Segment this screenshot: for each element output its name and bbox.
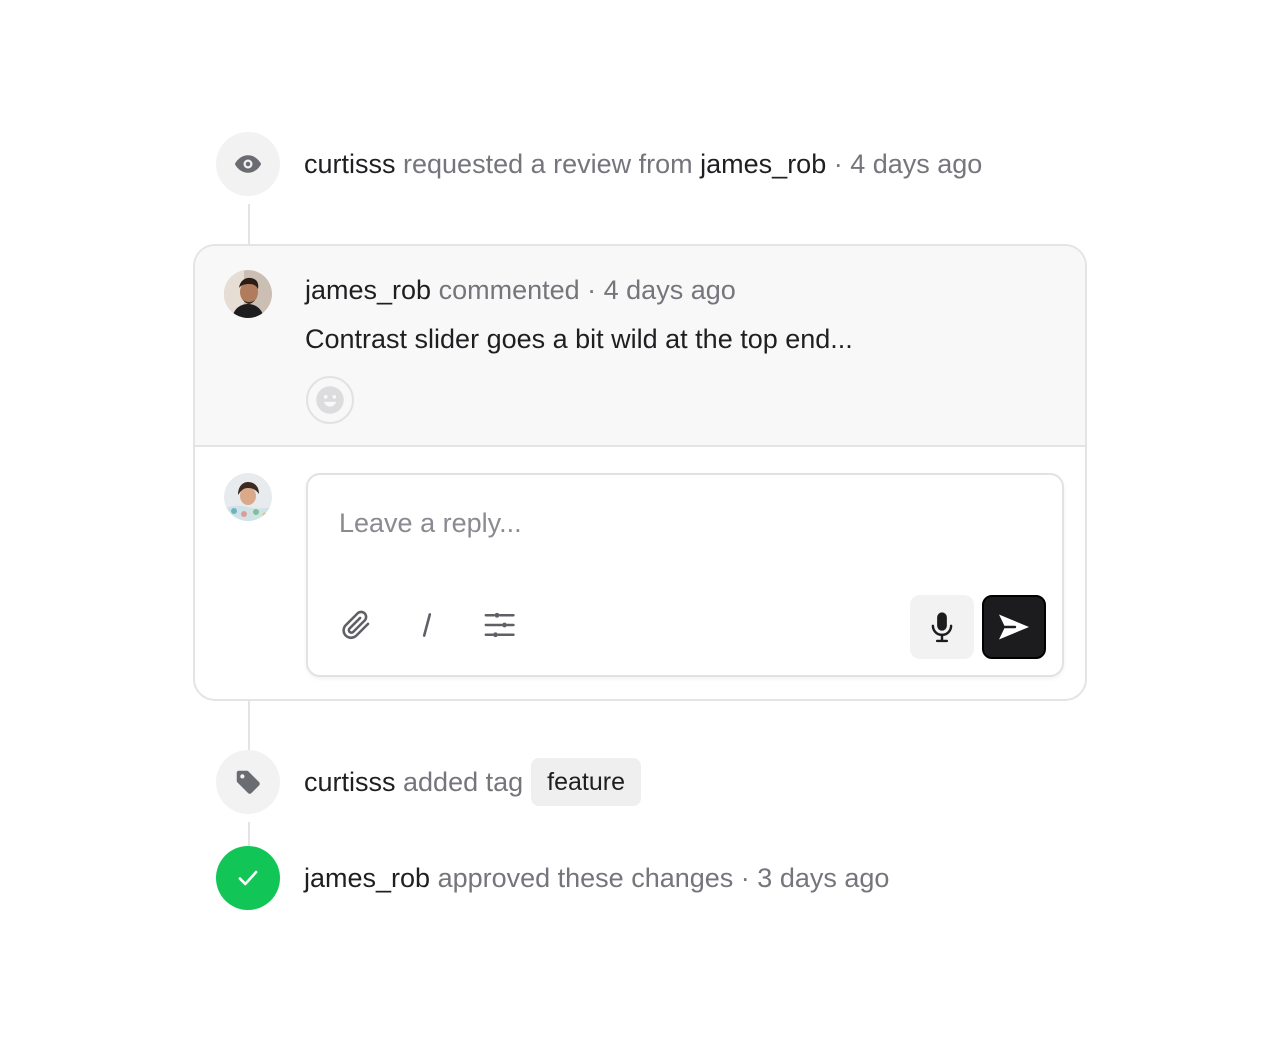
- event-action: added tag: [395, 767, 524, 797]
- actor-name[interactable]: curtisss: [304, 765, 396, 799]
- tag-event-icon-badge: [216, 750, 280, 814]
- reply-input[interactable]: [339, 503, 1019, 543]
- actor-name[interactable]: curtisss: [304, 147, 396, 181]
- comment-author[interactable]: james_rob: [305, 275, 431, 305]
- current-user-avatar: [224, 473, 272, 521]
- review-event-icon-badge: [216, 132, 280, 196]
- send-button[interactable]: [982, 595, 1046, 659]
- tag-badge[interactable]: feature: [531, 758, 641, 806]
- comment-time: 4 days ago: [603, 275, 736, 305]
- comment-body: Contrast slider goes a bit wild at the t…: [305, 324, 853, 354]
- comment-section: james_rob commented · 4 days ago Contras…: [195, 246, 1085, 447]
- timeline-connector: [248, 204, 250, 244]
- command-button[interactable]: [407, 605, 447, 645]
- options-button[interactable]: [480, 605, 520, 645]
- tag-event-text: curtisss added tag feature: [304, 758, 641, 806]
- sliders-icon: [484, 612, 515, 638]
- send-icon: [999, 614, 1029, 640]
- timeline-connector: [248, 701, 250, 750]
- event-time: 4 days ago: [850, 149, 983, 179]
- review-event-text: curtisss requested a review from james_r…: [304, 147, 982, 181]
- commenter-avatar[interactable]: [224, 270, 272, 318]
- paperclip-icon: [342, 610, 370, 640]
- approve-event-icon-badge: [216, 846, 280, 910]
- reply-box: [306, 473, 1064, 677]
- event-time: 3 days ago: [757, 863, 890, 893]
- attach-button[interactable]: [336, 605, 376, 645]
- tag-icon: [236, 770, 260, 794]
- check-icon: [238, 870, 258, 886]
- event-action: approved these changes: [430, 863, 734, 893]
- microphone-icon: [931, 612, 953, 643]
- separator-dot: ·: [579, 275, 604, 305]
- separator-dot: ·: [733, 863, 758, 893]
- separator-dot: ·: [826, 149, 851, 179]
- timeline-connector: [248, 822, 250, 846]
- actor-name[interactable]: james_rob: [304, 861, 430, 895]
- eye-icon: [234, 155, 262, 173]
- slash-icon: [422, 613, 432, 637]
- smiley-icon: [316, 386, 344, 414]
- event-action: requested a review from: [395, 149, 701, 179]
- voice-input-button[interactable]: [910, 595, 974, 659]
- comment-header: james_rob commented · 4 days ago: [305, 273, 736, 307]
- approve-event-text: james_rob approved these changes · 3 day…: [304, 861, 889, 895]
- add-reaction-button[interactable]: [306, 376, 354, 424]
- comment-action: commented: [431, 275, 580, 305]
- comment-card: james_rob commented · 4 days ago Contras…: [193, 244, 1087, 701]
- reviewer-name[interactable]: james_rob: [700, 147, 826, 181]
